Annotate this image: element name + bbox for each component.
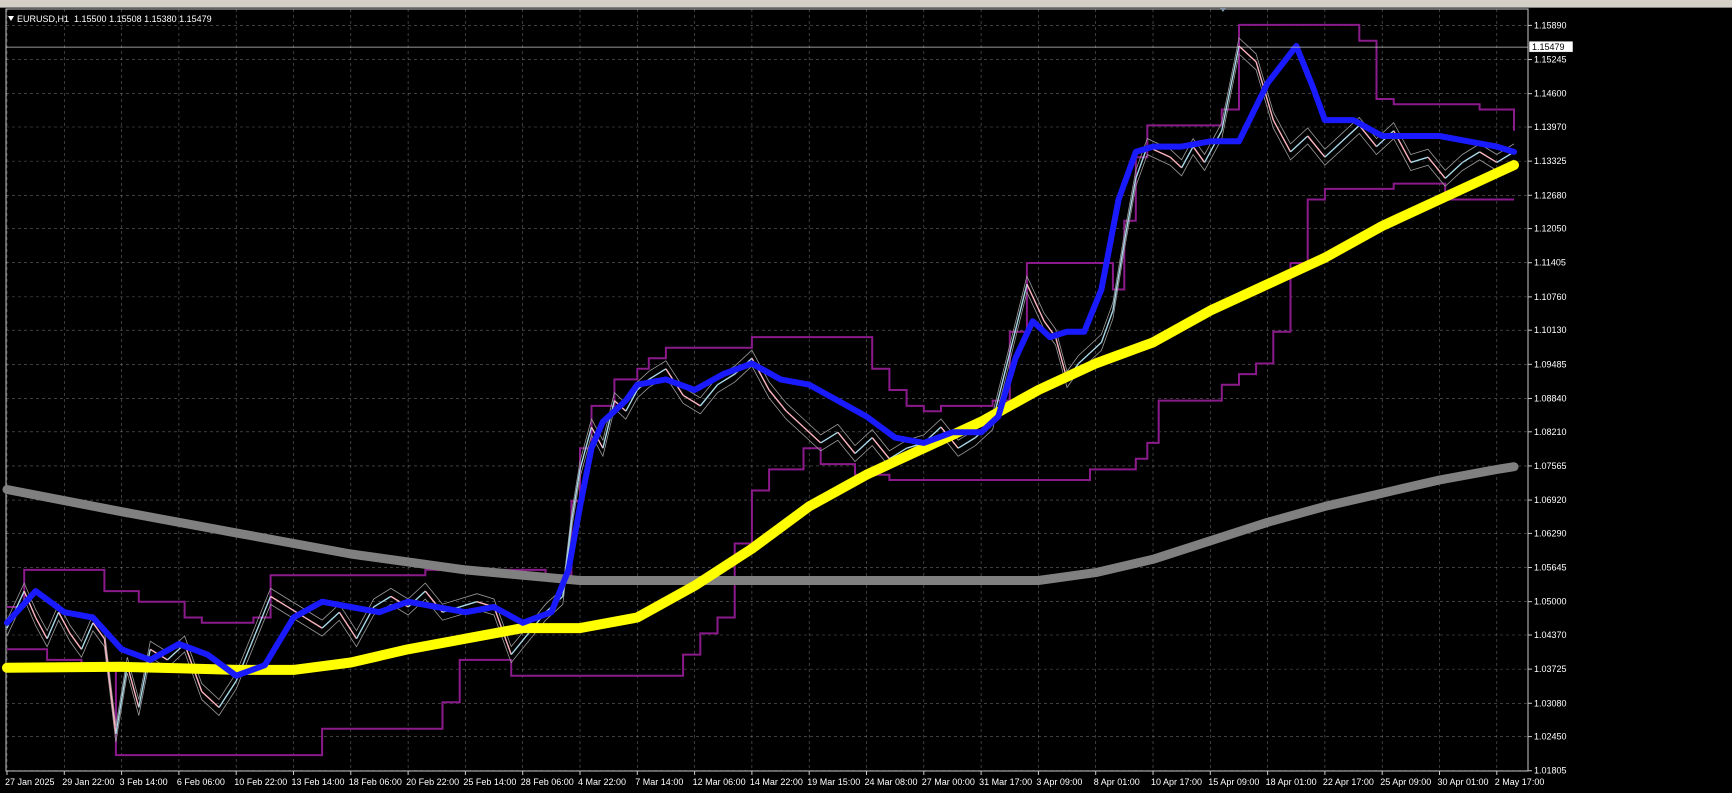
x-tick-label: 10 Apr 17:00 [1151,777,1202,787]
y-tick-label: 1.05000 [1534,597,1567,607]
x-tick-label: 29 Jan 22:00 [62,777,114,787]
y-tick-label: 1.11405 [1534,258,1566,268]
y-tick-label: 1.10130 [1534,325,1567,335]
symbol-name: EURUSD,H1 [17,14,70,24]
y-tick-label: 1.01805 [1534,766,1567,776]
x-tick-label: 15 Apr 09:00 [1208,777,1259,787]
x-tick-label: 4 Mar 22:00 [578,777,626,787]
toolbar-strip [0,0,1732,8]
y-tick-label: 1.06920 [1534,495,1567,505]
price-chart[interactable]: 1.15890 1.15245 1.14600 1.13970 1.13325 1.126… [0,8,1732,793]
x-tick-label: 31 Mar 17:00 [979,777,1032,787]
x-tick-label: 22 Apr 17:00 [1323,777,1374,787]
y-tick-label: 1.09485 [1534,359,1567,369]
x-tick-label: 8 Apr 01:00 [1094,777,1140,787]
symbol-info: EURUSD,H1 1.15500 1.15508 1.15380 1.1547… [8,14,212,25]
x-tick-label: 10 Feb 22:00 [234,777,287,787]
y-tick-label: 1.12680 [1534,190,1567,200]
x-tick-label: 24 Mar 08:00 [865,777,918,787]
y-tick-label: 1.04370 [1534,630,1567,640]
y-tick-label: 1.05645 [1534,563,1567,573]
y-tick-label: 1.10760 [1534,292,1567,302]
dropdown-triangle-icon[interactable] [8,16,14,21]
toolbar-button-icon[interactable] [46,0,50,6]
chart-window[interactable]: 1.15890 1.15245 1.14600 1.13970 1.13325 1.126… [0,0,1732,793]
y-tick-label: 1.13970 [1534,122,1567,132]
y-tick-label: 1.15890 [1534,20,1567,30]
toolbar-button-icon[interactable] [10,0,14,6]
x-tick-label: 28 Feb 06:00 [521,777,574,787]
x-tick-label: 13 Feb 14:00 [292,777,345,787]
y-tick-label: 1.12050 [1534,224,1567,234]
x-tick-label: 14 Mar 22:00 [750,777,803,787]
x-tick-label: 2 May 17:00 [1495,777,1545,787]
y-tick-label: 1.03080 [1534,698,1567,708]
y-tick-label: 1.08210 [1534,427,1567,437]
x-tick-label: 27 Jan 2025 [5,777,55,787]
x-tick-label: 27 Mar 00:00 [922,777,975,787]
y-tick-label: 1.08840 [1534,393,1567,403]
x-tick-label: 20 Feb 22:00 [406,777,459,787]
x-tick-label: 7 Mar 14:00 [635,777,683,787]
x-tick-label: 6 Feb 06:00 [177,777,225,787]
x-tick-label: 25 Feb 14:00 [463,777,516,787]
y-tick-label: 1.07565 [1534,461,1567,471]
x-tick-label: 30 Apr 01:00 [1438,777,1489,787]
y-tick-label: 1.02450 [1534,732,1567,742]
y-tick-label: 1.06290 [1534,528,1567,538]
x-tick-label: 19 Mar 15:00 [807,777,860,787]
price-label: 1.15479 [1532,42,1565,52]
x-tick-label: 25 Apr 09:00 [1380,777,1431,787]
x-tick-label: 12 Mar 06:00 [693,777,746,787]
x-tick-label: 18 Apr 01:00 [1266,777,1317,787]
y-tick-label: 1.14600 [1534,89,1567,99]
ohlc-values: 1.15500 1.15508 1.15380 1.15479 [74,14,212,24]
toolbar-button-icon[interactable] [90,0,94,6]
y-tick-label: 1.13325 [1534,156,1567,166]
x-tick-label: 3 Feb 14:00 [120,777,168,787]
x-tick-label: 3 Apr 09:00 [1036,777,1082,787]
y-tick-label: 1.15245 [1534,55,1567,65]
x-tick-label: 18 Feb 06:00 [349,777,402,787]
y-tick-label: 1.03725 [1534,664,1567,674]
